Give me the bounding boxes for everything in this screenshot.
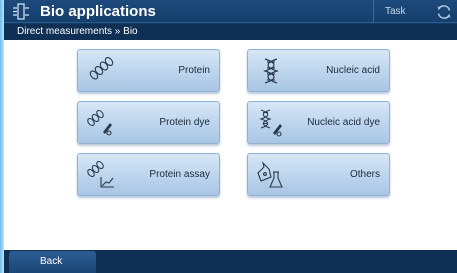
nucleic-acid-dye-button[interactable]: Nucleic acid dye [247,101,390,144]
task-label: Task [385,6,406,17]
protein-label: Protein [178,65,210,76]
page-title: Bio applications [40,3,156,20]
protein-dye-label: Protein dye [159,117,210,128]
nucleic-acid-dye-label: Nucleic acid dye [307,117,380,128]
breadcrumb: Direct measurements » Bio [17,26,138,37]
dna-icon [263,58,279,84]
footer-bar: Back [4,250,457,273]
back-button[interactable]: Back [9,251,96,273]
protein-assay-button[interactable]: Protein assay [77,153,220,196]
protein-assay-label: Protein assay [149,169,210,180]
title-bar: Bio applications Task [4,0,457,23]
breadcrumb-bar: Direct measurements » Bio [4,24,457,40]
nucleic-acid-label: Nucleic acid [326,65,380,76]
header-bar: Bio applications Task Direct measurement… [4,0,457,40]
protein-button[interactable]: Protein [77,49,220,92]
nucleic-acid-button[interactable]: Nucleic acid [247,49,390,92]
task-button[interactable]: Task [373,0,429,23]
protein-icon [89,57,114,80]
protein-dye-icon [87,109,112,136]
content-area: Protein Nucleic acid Protein dye Nucleic… [4,40,457,250]
others-label: Others [349,169,380,180]
protein-assay-icon [87,160,114,188]
others-button[interactable]: Others [247,153,390,196]
app-menu-icon[interactable] [12,3,30,20]
sync-icon[interactable] [436,4,452,20]
nucleic-acid-dye-icon [259,109,282,137]
flasks-icon [257,161,283,188]
protein-dye-button[interactable]: Protein dye [77,101,220,144]
